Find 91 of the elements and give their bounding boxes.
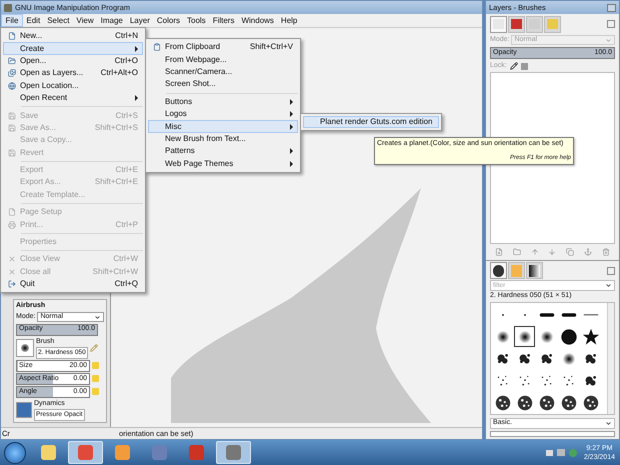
up-arrow-icon[interactable]: [530, 248, 539, 256]
menu-bar-item[interactable]: Colors: [153, 14, 184, 27]
dock-tab[interactable]: [490, 262, 507, 279]
menu-item[interactable]: Open... Ctrl+O: [3, 54, 143, 68]
menu-item[interactable]: Patterns: [148, 145, 298, 158]
menu-item[interactable]: Web Page Themes: [148, 158, 298, 170]
brush-thumbnail[interactable]: [16, 338, 34, 357]
menu-item[interactable]: Misc: [148, 120, 298, 133]
edit-icon[interactable]: [90, 344, 98, 352]
brush-icon: [541, 354, 552, 363]
menu-item[interactable]: From Webpage...: [148, 53, 298, 66]
menu-bar-item[interactable]: View: [72, 14, 98, 27]
close-button[interactable]: [607, 4, 616, 12]
dropdown-caret-icon: [605, 420, 612, 427]
menu-item[interactable]: From Clipboard Shift+Ctrl+V: [148, 41, 298, 54]
globe-icon: [8, 82, 16, 90]
menu-item[interactable]: Quit Ctrl+Q: [3, 278, 143, 290]
tab-menu-button[interactable]: [607, 20, 615, 28]
clipboard-icon: [153, 43, 161, 52]
printer-icon: [8, 220, 16, 229]
menu-item[interactable]: Open Location...: [3, 80, 143, 92]
menu-item[interactable]: Buttons: [148, 96, 298, 108]
document-icon: [8, 32, 16, 40]
brush-icon: [519, 354, 530, 363]
brush-icon: [562, 352, 575, 365]
brush-icon: [518, 330, 531, 343]
brush-icon: [560, 328, 576, 344]
new-layer-icon[interactable]: [494, 248, 503, 256]
menu-bar-item[interactable]: Select: [44, 14, 73, 27]
tab-menu-button[interactable]: [607, 266, 615, 274]
scrollbar[interactable]: [607, 303, 614, 414]
menu-item[interactable]: Scanner/Camera...: [148, 66, 298, 78]
brush-icon: [539, 395, 554, 410]
dropdown-caret-icon: [605, 36, 612, 44]
brush-icon: [497, 354, 508, 363]
dropdown-caret-icon: [605, 282, 612, 289]
close-icon: [8, 255, 16, 264]
menu-bar-item[interactable]: Layer: [126, 14, 154, 27]
brush-lock-icon[interactable]: [510, 62, 518, 70]
brush-icon: [539, 312, 554, 316]
start-button[interactable]: [4, 442, 26, 464]
brush-icon: [495, 395, 510, 410]
brush-icon: [517, 395, 532, 410]
app-icon: [189, 445, 204, 460]
menu-item[interactable]: Open Recent: [3, 92, 143, 104]
brush-icon: [585, 354, 596, 363]
menu-bar-item[interactable]: Windows: [238, 14, 278, 27]
brush-icon: [582, 328, 599, 344]
image-icon: [8, 69, 16, 78]
brush-icon: [583, 395, 598, 410]
menu-bar-item[interactable]: Filters: [209, 14, 238, 27]
brush-icon: [541, 375, 551, 385]
brush-icon: [496, 330, 509, 343]
menu-bar-item[interactable]: File: [1, 14, 23, 27]
menu-item[interactable]: New... Ctrl+N: [3, 30, 143, 42]
taskbar-button[interactable]: [216, 441, 251, 464]
submenu-arrow-icon: [135, 95, 138, 102]
menu-item[interactable]: Create: [3, 42, 143, 55]
brush-icon: [540, 330, 553, 343]
document-icon: [8, 208, 16, 216]
close-icon: [8, 268, 16, 276]
brush-icon: [519, 375, 529, 385]
down-arrow-icon[interactable]: [548, 248, 556, 256]
taskbar-button[interactable]: [68, 441, 103, 464]
brush-icon: [561, 312, 576, 316]
menu-bar-item[interactable]: Edit: [22, 14, 44, 27]
submenu-arrow-icon: [135, 46, 138, 52]
menu-item[interactable]: Screen Shot...: [148, 78, 298, 91]
menu-bar-item[interactable]: Help: [277, 14, 301, 27]
brush-icon: [561, 395, 576, 410]
dropdown-caret-icon: [94, 314, 101, 321]
quit-icon: [8, 280, 16, 288]
app-icon: [4, 4, 12, 12]
dock-tab[interactable]: [526, 262, 543, 279]
menu-item[interactable]: New Brush from Text...: [148, 132, 298, 146]
brush-icon: [497, 375, 507, 385]
brush-icon: [563, 375, 573, 385]
brush-icon: [493, 264, 504, 276]
menu-item[interactable]: Open as Layers... Ctrl+Alt+O: [3, 67, 143, 80]
menu-item[interactable]: Planet render Gtuts.com edition: [303, 116, 439, 128]
brush-preview[interactable]: [514, 326, 535, 347]
pattern-icon: [511, 264, 522, 276]
menu-bar-item[interactable]: Image: [97, 14, 126, 27]
duplicate-icon[interactable]: [566, 248, 574, 256]
brush-icon: [585, 376, 596, 385]
anchor-icon[interactable]: [584, 248, 592, 256]
menu-bar-item[interactable]: Tools: [184, 14, 210, 27]
dynamics-thumbnail[interactable]: [16, 402, 32, 418]
menu-item[interactable]: Logos: [148, 108, 298, 120]
delete-icon[interactable]: [602, 248, 610, 256]
gradient-icon: [529, 264, 540, 276]
